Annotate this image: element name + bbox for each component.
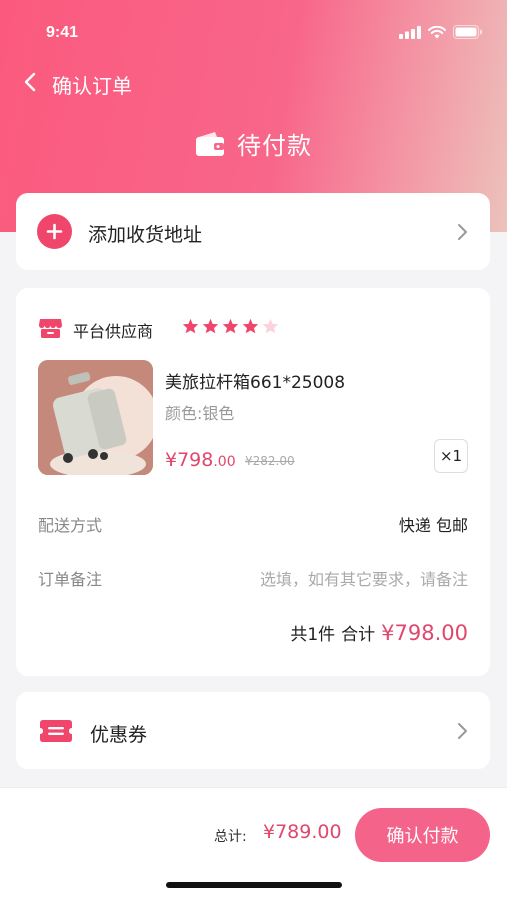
order-total: 共1件 合计 ¥798.00 bbox=[290, 620, 468, 645]
delivery-method-value: 快递 包邮 bbox=[398, 516, 468, 535]
store-icon bbox=[39, 319, 62, 338]
add-address-label: 添加收货地址 bbox=[88, 224, 203, 246]
home-indicator bbox=[166, 882, 342, 888]
add-address-card[interactable]: 添加收货地址 bbox=[16, 193, 490, 270]
original-price: ¥282.00 bbox=[245, 454, 295, 468]
delivery-method-label: 配送方式 bbox=[38, 516, 103, 535]
order-card: 平台供应商 美旅拉杆箱661*25008 颜色:银色 ¥798.00 ¥282.… bbox=[16, 288, 490, 676]
nav-title: 确认订单 bbox=[52, 74, 132, 98]
wifi-icon bbox=[428, 25, 446, 38]
checkout-bar: 总计: ¥789.00 确认付款 bbox=[0, 787, 507, 900]
total-label: 合计 bbox=[341, 625, 376, 645]
star-icon bbox=[202, 318, 219, 334]
supplier-name: 平台供应商 bbox=[73, 322, 154, 341]
total-amount: ¥798.00 bbox=[381, 621, 468, 645]
sum-amount: ¥789.00 bbox=[263, 821, 342, 843]
price-integer: ¥798 bbox=[165, 449, 214, 471]
quantity-badge: ×1 bbox=[434, 439, 468, 473]
back-button[interactable] bbox=[18, 68, 42, 96]
rating-stars bbox=[182, 318, 279, 334]
order-status-title: 待付款 bbox=[237, 132, 312, 160]
chevron-left-icon bbox=[24, 72, 36, 92]
product-price: ¥798.00 bbox=[165, 449, 236, 471]
battery-icon bbox=[453, 25, 482, 39]
order-status-header: 待付款 bbox=[0, 126, 507, 161]
plus-icon bbox=[37, 214, 72, 249]
coupon-label: 优惠券 bbox=[90, 724, 148, 746]
chevron-right-icon bbox=[458, 224, 467, 240]
order-remark-label: 订单备注 bbox=[38, 570, 103, 589]
price-decimal: .00 bbox=[213, 454, 236, 470]
wallet-icon bbox=[196, 131, 224, 156]
status-icons bbox=[399, 25, 483, 39]
star-icon bbox=[242, 318, 259, 334]
coupon-icon bbox=[40, 720, 72, 742]
confirm-payment-button[interactable]: 确认付款 bbox=[355, 808, 490, 862]
chevron-right-icon bbox=[458, 723, 467, 739]
sum-label: 总计: bbox=[214, 829, 247, 845]
signal-icon bbox=[399, 25, 421, 39]
star-icon bbox=[182, 318, 199, 334]
star-icon bbox=[222, 318, 239, 334]
product-name[interactable]: 美旅拉杆箱661*25008 bbox=[165, 368, 345, 393]
total-count: 共1件 bbox=[290, 625, 336, 645]
navigation-bar: 确认订单 bbox=[0, 68, 507, 98]
status-bar: 9:41 bbox=[0, 22, 507, 46]
coupon-card[interactable]: 优惠券 bbox=[16, 692, 490, 769]
product-spec: 颜色:银色 bbox=[165, 404, 235, 423]
product-image[interactable] bbox=[38, 360, 153, 475]
order-remark-input[interactable]: 选填，如有其它要求，请备注 bbox=[260, 566, 468, 590]
star-empty-icon bbox=[262, 318, 279, 334]
status-time: 9:41 bbox=[46, 24, 79, 41]
